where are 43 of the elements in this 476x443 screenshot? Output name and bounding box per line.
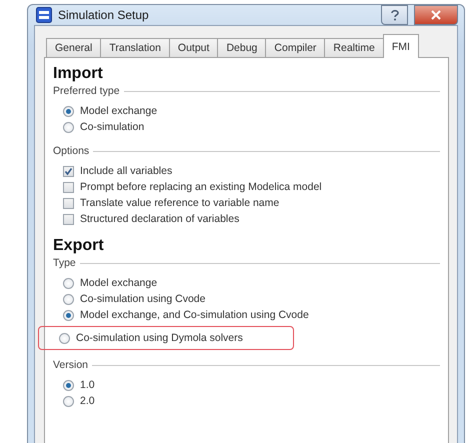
option-label: Co-simulation using Dymola solvers — [76, 332, 243, 344]
checkbox[interactable] — [63, 214, 74, 224]
close-icon — [431, 10, 441, 20]
radio-button[interactable] — [63, 294, 74, 304]
checkbox[interactable] — [63, 166, 74, 176]
group-title: Type — [53, 257, 76, 269]
group-title: Options — [53, 145, 90, 157]
group-title: Version — [53, 359, 88, 371]
option-label: Model exchange, and Co-simulation using Cvode — [80, 309, 309, 321]
radio-button[interactable] — [63, 396, 74, 406]
app-icon — [36, 7, 52, 23]
section-heading: Export — [53, 237, 105, 255]
checkbox[interactable] — [63, 182, 74, 192]
tab[interactable]: Output — [168, 38, 218, 57]
tab[interactable]: Debug — [217, 38, 266, 57]
tab[interactable]: FMI — [382, 34, 419, 58]
option-label: Model exchange — [80, 105, 158, 117]
tab[interactable]: Compiler — [265, 38, 326, 57]
window-title: Simulation Setup — [58, 8, 150, 22]
help-icon — [390, 9, 400, 21]
option-label: 2.0 — [80, 395, 95, 407]
radio-button[interactable] — [63, 380, 74, 390]
help-button[interactable] — [381, 5, 408, 25]
tab[interactable]: Realtime — [324, 38, 384, 57]
option-label: Model exchange — [80, 277, 158, 289]
radio-button[interactable] — [63, 122, 74, 132]
radio-button[interactable] — [63, 310, 74, 320]
option-label: Structured declaration of variables — [80, 213, 240, 225]
checkbox[interactable] — [63, 198, 74, 208]
radio-button[interactable] — [63, 106, 74, 116]
option-label: 1.0 — [80, 379, 95, 391]
option-label: Co-simulation using Cvode — [80, 293, 206, 305]
group-title: Preferred type — [53, 85, 120, 97]
tab[interactable]: General — [46, 38, 102, 57]
option-label: Include all variables — [80, 165, 172, 177]
option-label: Translate value reference to variable name — [80, 197, 280, 209]
close-button[interactable] — [414, 5, 458, 25]
option-label: Co-simulation — [80, 121, 144, 133]
section-heading: Import — [53, 65, 104, 83]
radio-button[interactable] — [63, 278, 74, 288]
tab[interactable]: Translation — [100, 38, 170, 57]
option-label: Prompt before replacing an existing Modelica model — [80, 181, 322, 193]
radio-button[interactable] — [59, 332, 70, 344]
